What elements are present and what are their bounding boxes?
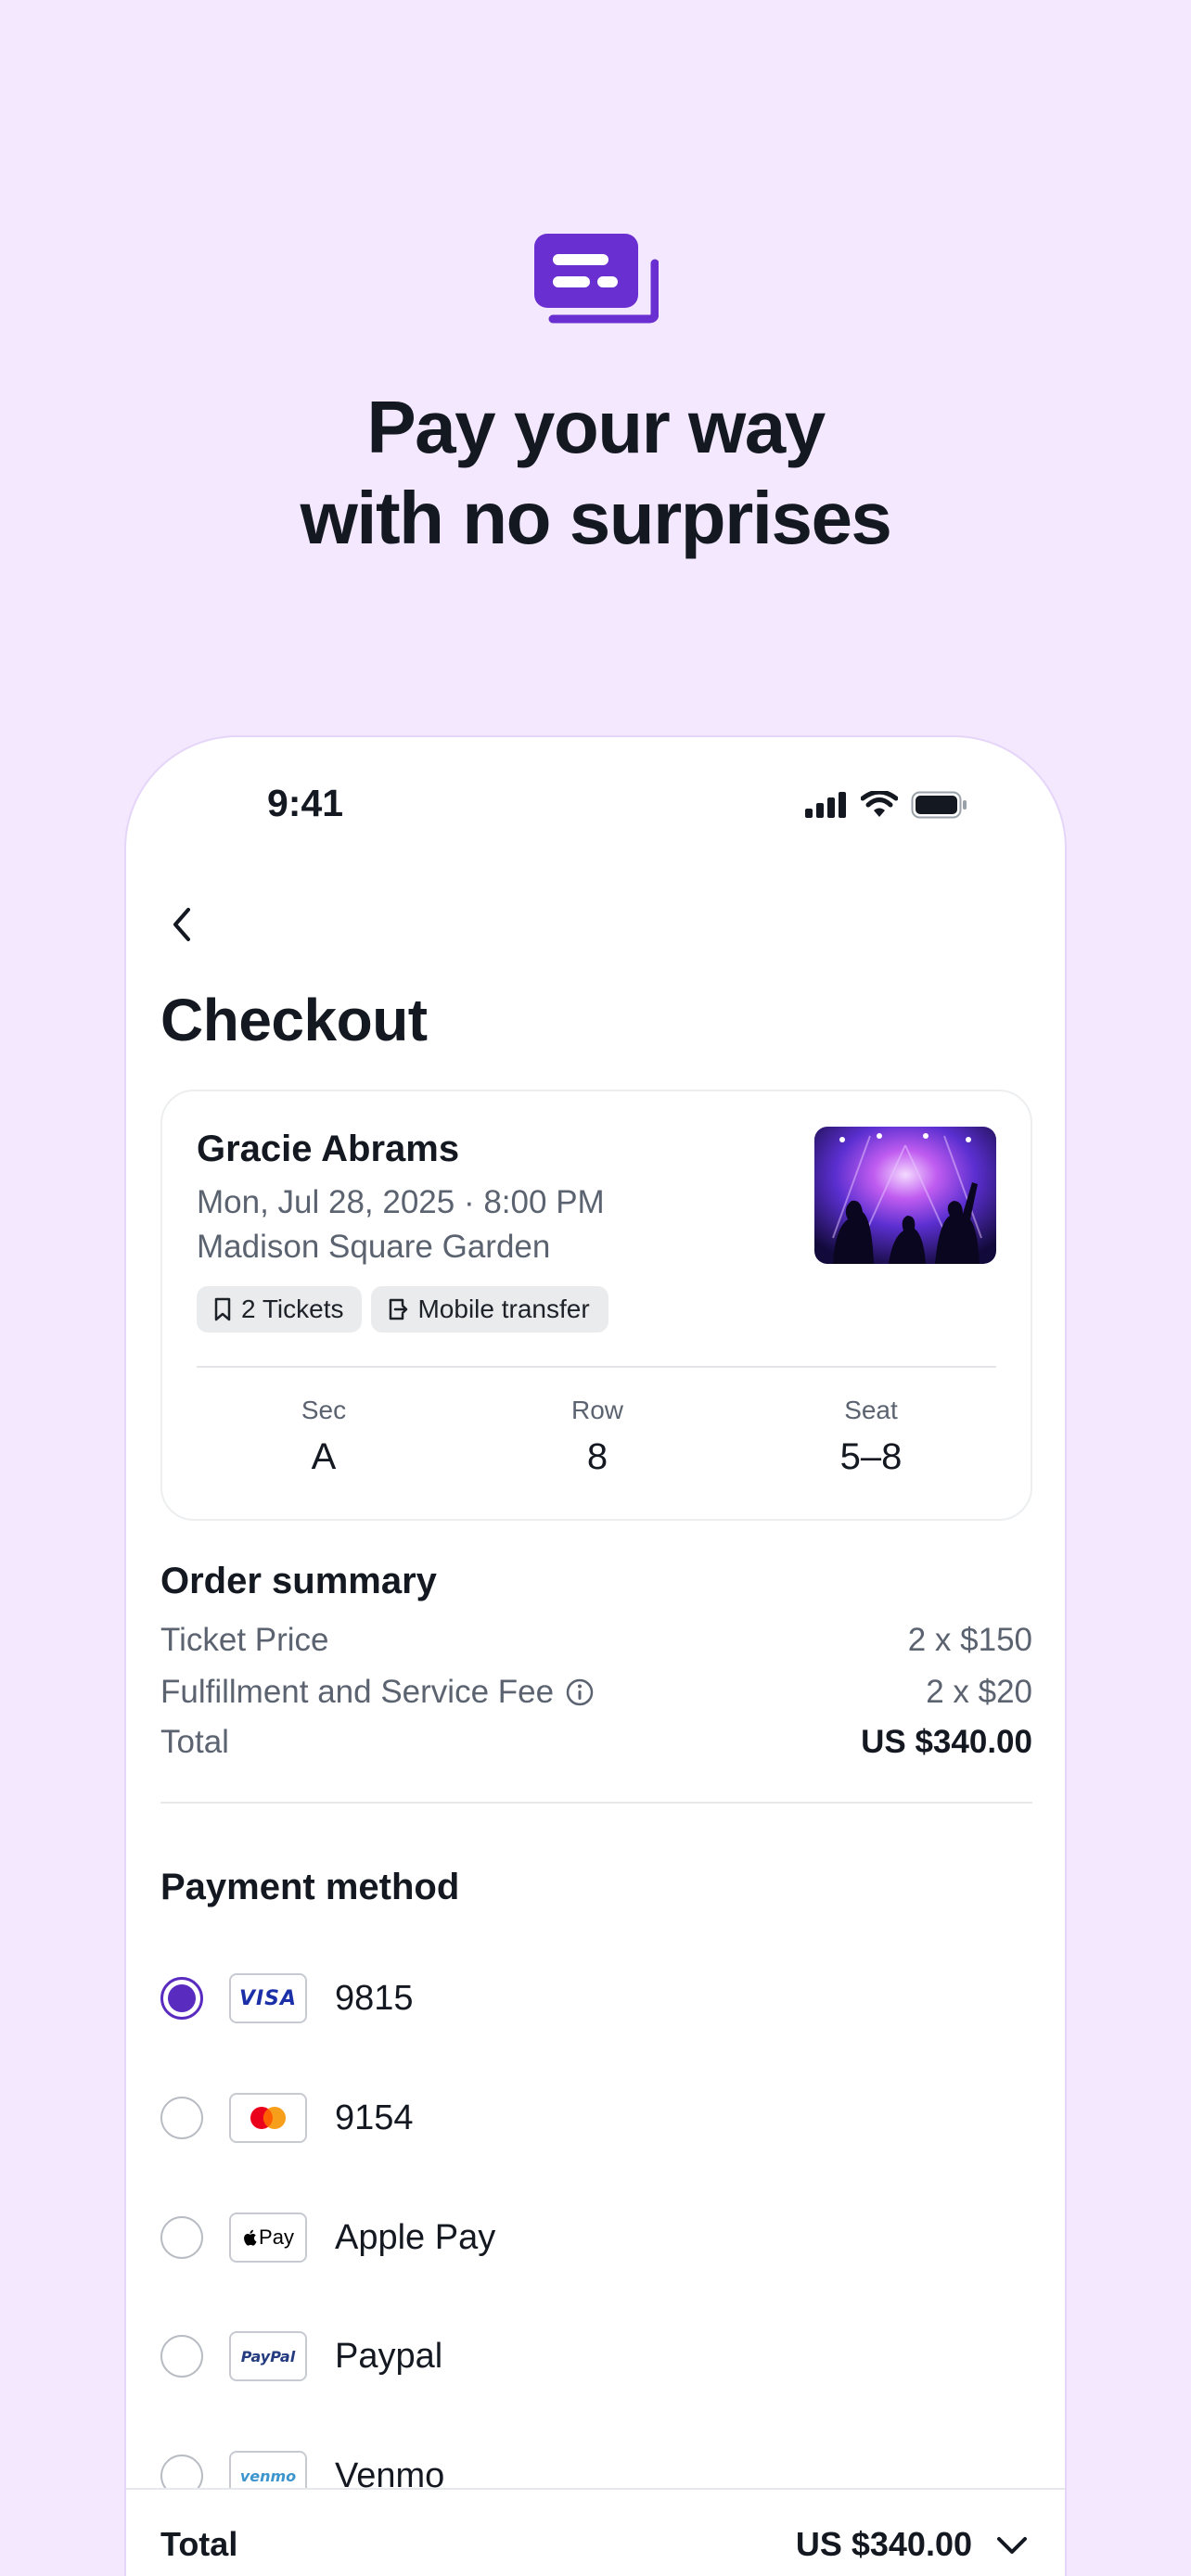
bookmark-icon [214, 1297, 231, 1321]
visa-logo-icon: VISA [229, 1973, 307, 2023]
payment-label: 9154 [335, 2098, 414, 2137]
summary-label: Fulfillment and Service Fee [160, 1674, 555, 1710]
summary-value: 2 x $150 [907, 1622, 1032, 1658]
row-value: 8 [586, 1436, 608, 1477]
info-icon[interactable] [565, 1677, 595, 1707]
chip-tickets: 2 Tickets [197, 1286, 363, 1333]
headline-line-1: Pay your way [366, 386, 826, 468]
wifi-icon [861, 791, 898, 817]
card-divider [197, 1366, 996, 1368]
paypal-logo-icon: PayPal [229, 2331, 307, 2381]
chevron-down-icon[interactable] [993, 2527, 1031, 2564]
event-venue: Madison Square Garden [197, 1229, 551, 1265]
summary-label: Total [160, 1724, 229, 1760]
radio-selected[interactable] [160, 1977, 203, 2020]
payment-option-paypal[interactable]: PayPal Paypal [160, 2328, 442, 2384]
mastercard-logo-icon [229, 2093, 307, 2143]
battery-icon [911, 791, 967, 819]
seat-info-row: Row 8 [505, 1396, 690, 1478]
payment-label: 9815 [335, 1978, 414, 2018]
event-date: Mon, Jul 28, 2025 · 8:00 PM [197, 1184, 605, 1220]
summary-value: US $340.00 [861, 1724, 1032, 1760]
status-time: 9:41 [267, 782, 344, 824]
summary-value: 2 x $20 [926, 1674, 1032, 1710]
seat-label: Seat [844, 1396, 898, 1424]
summary-row-total: Total US $340.00 [160, 1724, 1032, 1761]
row-label: Row [570, 1396, 623, 1424]
apple-pay-logo-icon: Pay [229, 2213, 307, 2263]
section-value: A [311, 1436, 337, 1477]
chip-transfer: Mobile transfer [371, 1286, 608, 1333]
payment-label: Paypal [335, 2336, 443, 2376]
payment-option-apple-pay[interactable]: Pay Apple Pay [160, 2210, 495, 2265]
radio-unselected[interactable] [160, 2335, 203, 2378]
order-summary-title: Order summary [160, 1561, 437, 1601]
page-title: Checkout [160, 987, 428, 1053]
summary-row-fees: Fulfillment and Service Fee 2 x $20 [160, 1674, 1032, 1711]
status-icons [805, 791, 968, 819]
radio-unselected[interactable] [160, 2097, 203, 2139]
signal-icon [805, 792, 846, 818]
transfer-icon [390, 1298, 408, 1320]
summary-label: Ticket Price [160, 1622, 329, 1658]
chip-tickets-label: 2 Tickets [241, 1294, 344, 1323]
ticket-stack-icon [534, 234, 659, 324]
fees-label-group: Fulfillment and Service Fee [160, 1674, 595, 1711]
bottom-total-value: US $340.00 [795, 2525, 972, 2563]
seat-info-seat: Seat 5–8 [778, 1396, 964, 1478]
radio-unselected[interactable] [160, 2216, 203, 2259]
event-name: Gracie Abrams [197, 1129, 460, 1169]
section-divider [160, 1802, 1032, 1804]
concert-image [814, 1127, 996, 1264]
promo-headline: Pay your way with no surprises [0, 382, 1191, 564]
ticket-chips: 2 Tickets Mobile transfer [197, 1286, 608, 1333]
bottom-total-label: Total [160, 2525, 238, 2563]
seat-info-section: Sec A [231, 1396, 416, 1478]
summary-row-ticket-price: Ticket Price 2 x $150 [160, 1622, 1032, 1659]
back-button[interactable] [154, 897, 210, 952]
payment-option-mastercard[interactable]: 9154 [160, 2090, 414, 2146]
phone-screen: 9:41 Checkout Gracie Abrams Mon, Jul 28,… [126, 737, 1065, 2576]
section-label: Sec [301, 1396, 347, 1424]
payment-label: Apple Pay [335, 2217, 496, 2257]
bottom-total-bar[interactable]: Total US $340.00 [126, 2488, 1065, 2576]
payment-method-title: Payment method [160, 1867, 460, 1907]
event-card: Gracie Abrams Mon, Jul 28, 2025 · 8:00 P… [160, 1090, 1032, 1521]
payment-option-visa[interactable]: VISA 9815 [160, 1970, 414, 2026]
headline-line-2: with no surprises [300, 477, 892, 559]
chip-transfer-label: Mobile transfer [417, 1294, 590, 1323]
chevron-left-icon [173, 908, 190, 941]
seat-value: 5–8 [839, 1436, 903, 1477]
